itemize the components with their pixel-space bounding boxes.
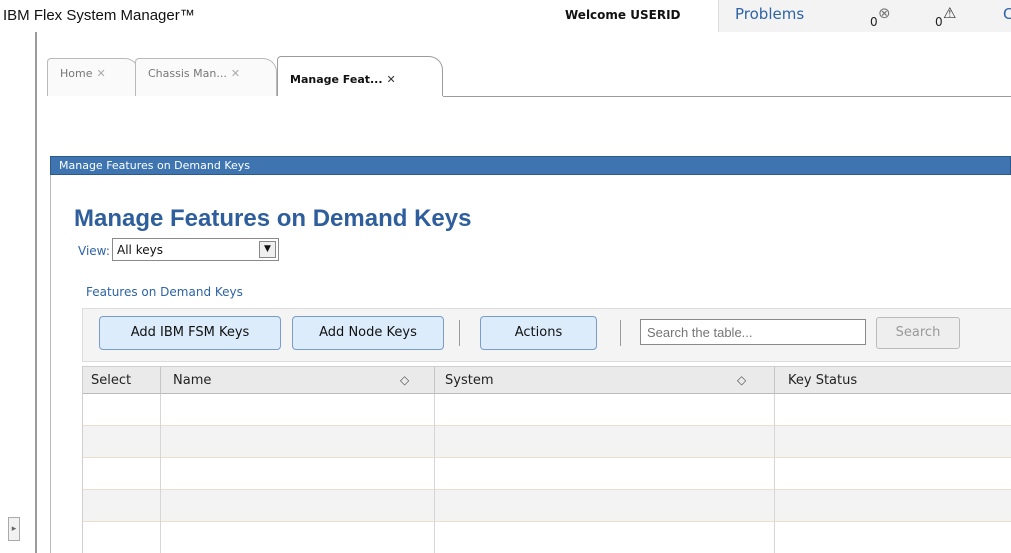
- column-header-system[interactable]: System: [445, 373, 493, 388]
- problems-link[interactable]: Problems: [735, 5, 804, 23]
- tab-label: Manage Feat...: [290, 73, 383, 86]
- warning-triangle-icon[interactable]: ⚠: [943, 4, 956, 22]
- top-banner: IBM Flex System Manager™ Welcome USERID …: [0, 0, 1011, 32]
- tab-label: Home: [60, 67, 93, 80]
- more-link[interactable]: C: [1003, 5, 1011, 23]
- table-row[interactable]: [83, 522, 1011, 553]
- tab-baseline: [443, 96, 1011, 97]
- sort-icon[interactable]: ◇: [400, 373, 409, 387]
- table-row[interactable]: [83, 394, 1011, 426]
- table-row[interactable]: [83, 458, 1011, 490]
- column-header-key-status[interactable]: Key Status: [788, 373, 857, 388]
- table-header: Select Name ◇ System ◇ Key Status: [83, 366, 1011, 395]
- column-divider[interactable]: [434, 367, 435, 395]
- column-header-name[interactable]: Name: [173, 373, 211, 388]
- table-row[interactable]: [83, 426, 1011, 458]
- tab-label: Chassis Man...: [148, 67, 227, 80]
- tab-chassis-manager[interactable]: Chassis Man... ✕: [135, 58, 277, 96]
- view-select[interactable]: All keys ▼: [112, 238, 279, 261]
- toolbar-separator: [459, 320, 460, 346]
- page-title: Manage Features on Demand Keys: [74, 205, 472, 232]
- search-button[interactable]: Search: [876, 317, 960, 349]
- search-input[interactable]: [640, 319, 866, 345]
- toolbar-separator: [620, 320, 621, 346]
- table-row[interactable]: [83, 490, 1011, 522]
- actions-button[interactable]: Actions: [480, 316, 597, 350]
- column-divider: [774, 394, 775, 553]
- view-label: View:: [78, 244, 110, 258]
- expand-navigation-handle[interactable]: ▸: [8, 517, 20, 541]
- portlet-title-bar: Manage Features on Demand Keys: [50, 156, 1011, 175]
- column-divider: [160, 394, 161, 553]
- section-title: Features on Demand Keys: [86, 285, 243, 299]
- column-divider[interactable]: [160, 367, 161, 395]
- tab-home[interactable]: Home ✕: [47, 58, 139, 96]
- error-circle-icon[interactable]: ⊗: [878, 4, 891, 22]
- welcome-user: Welcome USERID: [565, 8, 681, 22]
- column-divider: [434, 394, 435, 553]
- tab-manage-features[interactable]: Manage Feat... ✕: [277, 56, 443, 96]
- portlet-border: [50, 175, 51, 553]
- column-header-select[interactable]: Select: [91, 373, 131, 388]
- keys-table: Select Name ◇ System ◇ Key Status: [82, 366, 1011, 553]
- product-title: IBM Flex System Manager™: [3, 7, 195, 24]
- add-node-keys-button[interactable]: Add Node Keys: [292, 316, 444, 350]
- close-icon[interactable]: ✕: [96, 67, 105, 80]
- sort-icon[interactable]: ◇: [737, 373, 746, 387]
- warning-count[interactable]: 0: [935, 15, 943, 29]
- error-count[interactable]: 0: [870, 15, 878, 29]
- column-divider[interactable]: [774, 367, 775, 395]
- navigation-divider: [35, 32, 37, 553]
- view-select-value: All keys: [117, 243, 163, 257]
- add-fsm-keys-button[interactable]: Add IBM FSM Keys: [99, 316, 281, 350]
- chevron-down-icon[interactable]: ▼: [259, 241, 276, 258]
- close-icon[interactable]: ✕: [387, 73, 396, 86]
- close-icon[interactable]: ✕: [231, 67, 240, 80]
